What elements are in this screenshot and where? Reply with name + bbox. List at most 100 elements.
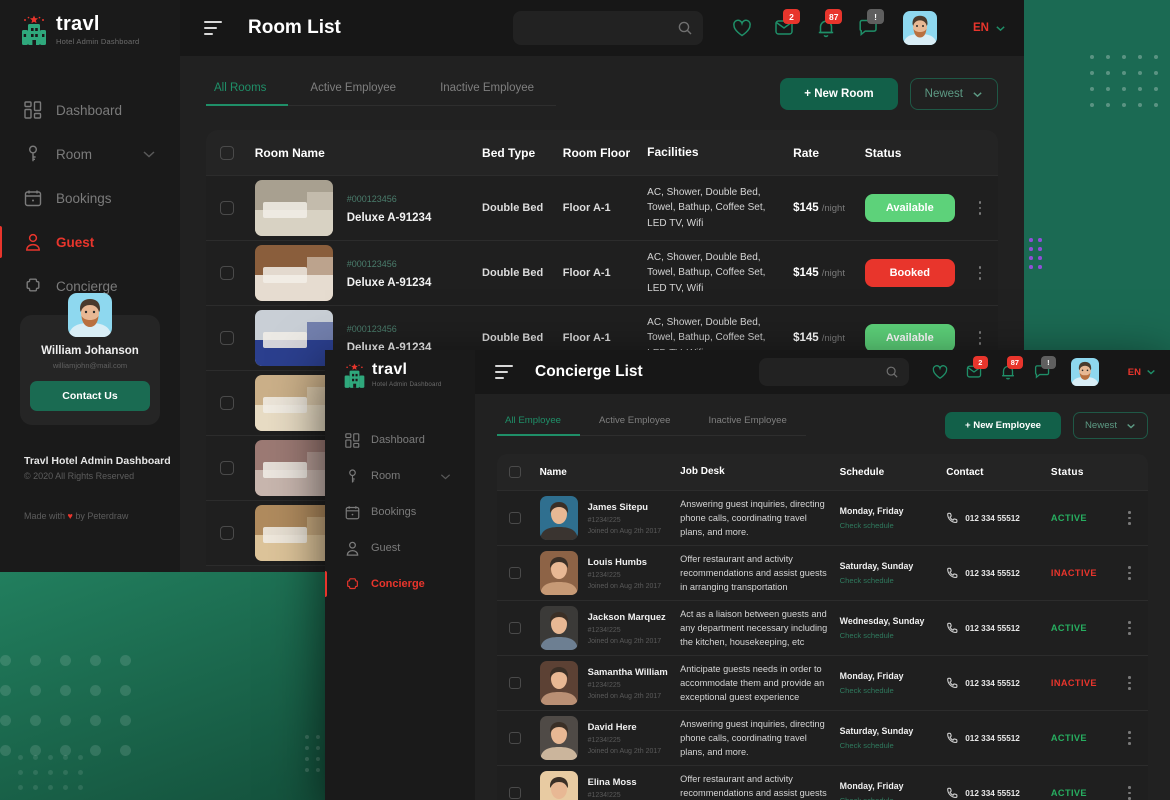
row-checkbox[interactable] xyxy=(509,787,522,799)
row-checkbox[interactable] xyxy=(509,622,522,634)
dot xyxy=(1154,71,1158,75)
bed-type-cell: Double Bed xyxy=(482,202,544,214)
notifications-icon[interactable]: 87 xyxy=(999,356,1024,381)
chevron-down-icon xyxy=(1127,423,1135,429)
sidebar-item-bookings[interactable]: Bookings xyxy=(0,176,180,220)
sidebar-item-guest[interactable]: Guest xyxy=(325,530,475,566)
tab-all-employee[interactable]: All Employee xyxy=(497,415,580,436)
employee-joined: Joined on Aug 2th 2017 xyxy=(587,583,662,590)
favorites-icon[interactable] xyxy=(731,17,753,39)
dot xyxy=(1106,103,1110,107)
row-checkbox[interactable] xyxy=(220,526,235,540)
chat-icon[interactable]: ! xyxy=(1033,356,1056,381)
chat-badge: ! xyxy=(1040,356,1056,369)
chevron-down-icon[interactable] xyxy=(438,469,453,484)
header-avatar[interactable] xyxy=(1070,358,1099,386)
tab-active-employee[interactable]: Active Employee xyxy=(288,82,418,105)
row-checkbox[interactable] xyxy=(509,732,522,744)
contact-us-button[interactable]: Contact Us xyxy=(30,381,150,411)
dot xyxy=(78,770,83,775)
notifications-badge: 87 xyxy=(825,9,843,24)
status-cell: Available xyxy=(859,324,969,352)
menu-toggle-icon[interactable] xyxy=(495,365,513,379)
row-checkbox[interactable] xyxy=(220,461,235,475)
search-icon[interactable] xyxy=(678,21,692,35)
row-menu-icon[interactable] xyxy=(1117,621,1142,635)
check-schedule-link[interactable]: Check schedule xyxy=(840,576,935,585)
row-checkbox[interactable] xyxy=(220,396,235,410)
row-menu-icon[interactable] xyxy=(968,331,992,345)
status-badge[interactable]: Available xyxy=(864,324,955,352)
sidebar-item-guest[interactable]: Guest xyxy=(0,220,180,264)
user-name: William Johanson xyxy=(41,345,139,357)
messages-icon[interactable]: 2 xyxy=(773,9,801,39)
tab-inactive-employee[interactable]: Inactive Employee xyxy=(689,415,805,435)
tab-all-rooms[interactable]: All Rooms xyxy=(206,82,289,106)
dot xyxy=(1106,87,1110,91)
chevron-down-icon xyxy=(973,91,982,97)
row-menu-icon[interactable] xyxy=(1117,511,1142,525)
header-avatar[interactable] xyxy=(903,11,938,45)
sort-dropdown[interactable]: Newest xyxy=(909,78,998,110)
table-row[interactable]: #000123456 Deluxe A-91234 Double Bed Floor … xyxy=(206,176,998,241)
dot-grid-bottomleft-small xyxy=(18,755,93,800)
row-menu-icon[interactable] xyxy=(1117,566,1142,580)
table-row[interactable]: Elina Moss#1234!225Joined on Aug 2th 201… xyxy=(497,766,1148,800)
check-schedule-link[interactable]: Check schedule xyxy=(840,741,935,750)
row-select-cell xyxy=(206,331,249,345)
search-input[interactable] xyxy=(513,11,704,45)
row-menu-icon[interactable] xyxy=(968,201,992,215)
favorites-icon[interactable] xyxy=(931,363,949,381)
row-menu-icon[interactable] xyxy=(1117,676,1142,690)
sidebar-item-room[interactable]: Room xyxy=(325,458,475,494)
sidebar-item-dashboard[interactable]: Dashboard xyxy=(325,422,475,458)
table-row[interactable]: David Here #1234!225 Joined on Aug 2th 201… xyxy=(497,711,1148,766)
sidebar-item-room[interactable]: Room xyxy=(0,132,180,176)
chevron-down-icon[interactable] xyxy=(140,145,158,163)
row-checkbox[interactable] xyxy=(220,331,235,345)
language-selector[interactable]: EN xyxy=(973,22,1006,34)
row-checkbox[interactable] xyxy=(220,266,235,280)
table-row[interactable]: James Sitepu #1234!225 Joined on Aug 2th 2… xyxy=(497,491,1148,546)
employee-name: Samantha William xyxy=(587,666,668,677)
table-row[interactable]: #000123456 Deluxe A-91234 Double Bed Floor … xyxy=(206,241,998,306)
table-row[interactable]: Samantha William #1234!225 Joined on Aug 2… xyxy=(497,656,1148,711)
phone-icon xyxy=(947,732,958,744)
status-badge[interactable]: Booked xyxy=(864,259,955,287)
new-room-button[interactable]: + New Room xyxy=(780,78,898,110)
row-checkbox[interactable] xyxy=(509,677,522,689)
row-checkbox[interactable] xyxy=(509,512,522,524)
menu-toggle-icon[interactable] xyxy=(204,21,222,35)
sidebar-item-bookings[interactable]: Bookings xyxy=(325,494,475,530)
check-schedule-link[interactable]: Check schedule xyxy=(840,521,935,530)
new-employee-button[interactable]: + New Employee xyxy=(945,412,1061,439)
row-menu-icon[interactable] xyxy=(1117,731,1142,745)
sort-dropdown[interactable]: Newest xyxy=(1073,412,1148,439)
row-menu-icon[interactable] xyxy=(968,266,992,280)
check-schedule-link[interactable]: Check schedule xyxy=(840,686,935,695)
sidebar-item-concierge[interactable]: Concierge xyxy=(325,566,475,602)
select-all-checkbox[interactable] xyxy=(509,466,522,478)
row-checkbox[interactable] xyxy=(509,567,522,579)
check-schedule-link[interactable]: Check schedule xyxy=(840,796,935,800)
brand-logo[interactable]: travl Hotel Admin Dashboard xyxy=(0,0,180,46)
search-icon[interactable] xyxy=(886,366,898,378)
table-row[interactable]: Louis Humbs #1234!225 Joined on Aug 2th 20… xyxy=(497,546,1148,601)
check-schedule-link[interactable]: Check schedule xyxy=(840,631,935,640)
table-row[interactable]: Jackson Marquez #1234!225 Joined on Aug 2t… xyxy=(497,601,1148,656)
schedule-cell: Wednesday, Sunday Check schedule xyxy=(834,616,941,640)
brand-logo[interactable]: travl Hotel Admin Dashboard xyxy=(325,350,475,388)
tab-inactive-employee[interactable]: Inactive Employee xyxy=(418,82,556,105)
notifications-icon[interactable]: 87 xyxy=(815,9,843,39)
sidebar-item-dashboard[interactable]: Dashboard xyxy=(0,88,180,132)
row-menu-icon[interactable] xyxy=(1117,786,1142,800)
chat-icon[interactable]: ! xyxy=(857,9,885,39)
col-room-name: Room Name xyxy=(254,145,325,160)
select-all-checkbox[interactable] xyxy=(220,145,235,160)
language-selector[interactable]: EN xyxy=(1128,367,1156,378)
row-checkbox[interactable] xyxy=(220,201,235,215)
tab-active-employee[interactable]: Active Employee xyxy=(580,415,689,435)
phone-number: 012 334 55512 xyxy=(965,678,1020,688)
messages-icon[interactable]: 2 xyxy=(965,356,988,381)
status-badge[interactable]: Available xyxy=(864,194,955,222)
